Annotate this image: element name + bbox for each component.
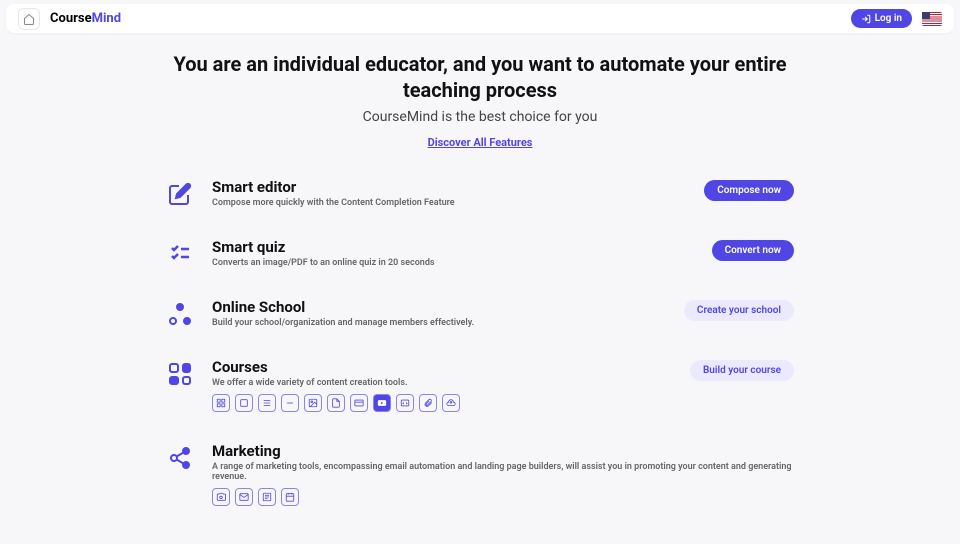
feature-smart-quiz: Smart quiz Converts an image/PDF to an o… [60,238,900,268]
tool-card-icon[interactable] [350,394,368,412]
courses-icon [166,360,194,388]
tool-code-icon[interactable] [396,394,414,412]
tool-attach-icon[interactable] [419,394,437,412]
main-content: You are an individual educator, and you … [0,37,960,506]
compose-now-button[interactable]: Compose now [704,180,794,201]
tool-minus-icon[interactable] [281,394,299,412]
feature-desc: Converts an image/PDF to an online quiz … [212,258,694,268]
school-icon [166,300,194,328]
tool-blocks-icon[interactable] [212,394,230,412]
hero-subtitle: CourseMind is the best choice for you [60,109,900,125]
feature-title: Courses [212,358,672,376]
tool-mail-icon[interactable] [235,488,253,506]
feature-marketing: Marketing A range of marketing tools, en… [60,442,900,506]
home-button[interactable] [18,8,40,30]
feature-title: Online School [212,298,666,316]
share-icon [166,444,194,472]
create-school-button[interactable]: Create your school [684,300,794,321]
tool-cloud-icon[interactable] [442,394,460,412]
tool-calendar-icon[interactable] [281,488,299,506]
login-button[interactable]: Log in [851,9,912,28]
feature-desc: Build your school/organization and manag… [212,318,666,328]
feature-courses: Courses We offer a wide variety of conte… [60,358,900,412]
tool-list-icon[interactable] [258,488,276,506]
logo[interactable]: CourseMind [50,11,121,26]
tool-video-icon[interactable] [373,394,391,412]
tool-file-icon[interactable] [327,394,345,412]
convert-now-button[interactable]: Convert now [712,240,794,261]
feature-desc: Compose more quickly with the Content Co… [212,198,686,208]
hero: You are an individual educator, and you … [60,51,900,150]
feature-desc: A range of marketing tools, encompassing… [212,462,794,482]
build-course-button[interactable]: Build your course [690,360,794,381]
tool-camera-icon[interactable] [212,488,230,506]
locale-flag-us[interactable] [922,12,942,26]
feature-title: Marketing [212,442,794,460]
tool-lines-icon[interactable] [258,394,276,412]
feature-smart-editor: Smart editor Compose more quickly with t… [60,178,900,208]
feature-online-school: Online School Build your school/organiza… [60,298,900,328]
tool-square-icon[interactable] [235,394,253,412]
login-icon [861,14,871,24]
discover-features-link[interactable]: Discover All Features [428,136,533,149]
feature-title: Smart editor [212,178,686,196]
course-tools-row [212,394,672,412]
tool-image-icon[interactable] [304,394,322,412]
feature-desc: We offer a wide variety of content creat… [212,378,672,388]
hero-title: You are an individual educator, and you … [160,51,800,103]
quiz-icon [166,240,194,268]
editor-icon [166,180,194,208]
feature-title: Smart quiz [212,238,694,256]
header: CourseMind Log in [6,4,954,33]
home-icon [23,13,35,25]
marketing-tools-row [212,488,794,506]
